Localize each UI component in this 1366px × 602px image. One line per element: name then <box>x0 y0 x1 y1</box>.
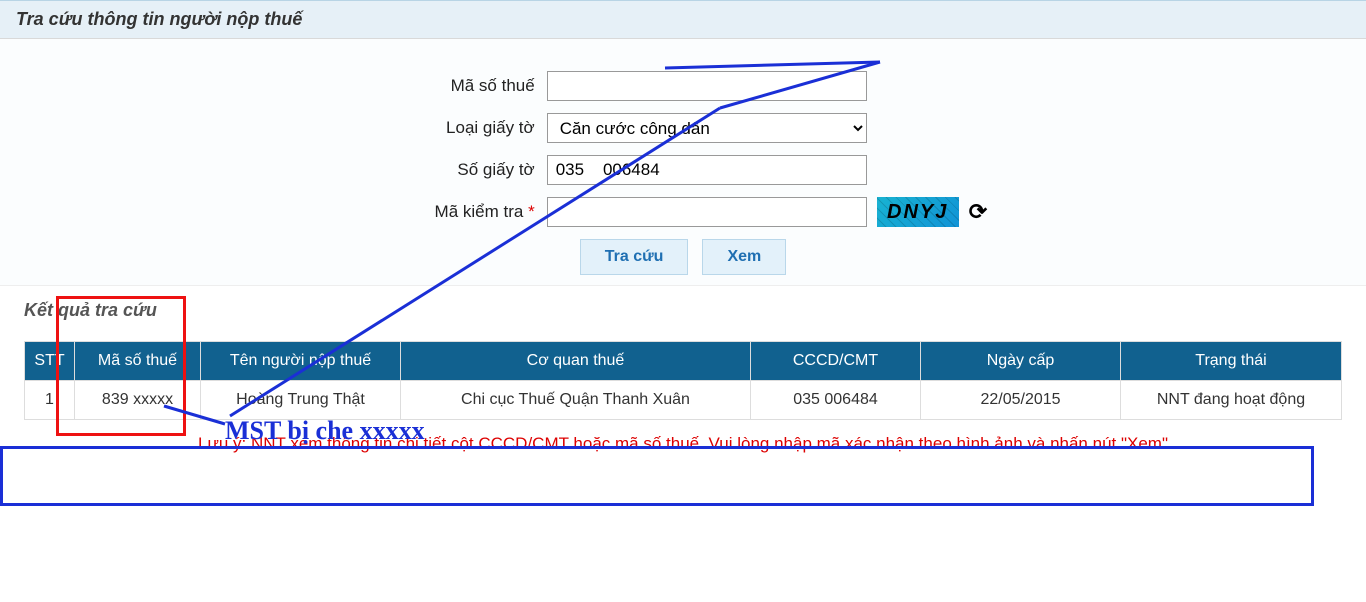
cell-office: Chi cục Thuế Quận Thanh Xuân <box>401 381 751 420</box>
input-mst[interactable] <box>547 71 867 101</box>
col-mst: Mã số thuế <box>75 342 201 381</box>
page-title: Tra cứu thông tin người nộp thuế <box>16 9 1350 30</box>
input-captcha[interactable] <box>547 197 867 227</box>
label-mst: Mã số thuế <box>20 76 547 96</box>
input-doc-number[interactable] <box>547 155 867 185</box>
cell-stt: 1 <box>25 381 75 420</box>
table-header-row: STT Mã số thuế Tên người nộp thuế Cơ qua… <box>25 342 1342 381</box>
results-title: Kết quả tra cứu <box>24 300 1342 321</box>
view-button[interactable]: Xem <box>702 239 786 275</box>
captcha-image: DNYJ <box>877 197 959 227</box>
label-doc-type: Loại giấy tờ <box>20 118 547 138</box>
col-office: Cơ quan thuế <box>401 342 751 381</box>
col-date: Ngày cấp <box>921 342 1121 381</box>
search-form: Mã số thuế Loại giấy tờ Căn cước công dâ… <box>0 39 1366 286</box>
required-star: * <box>528 202 535 221</box>
page-title-bar: Tra cứu thông tin người nộp thuế <box>0 0 1366 39</box>
label-captcha: Mã kiểm tra * <box>20 202 547 222</box>
cell-name: Hoàng Trung Thật <box>201 381 401 420</box>
cell-cccd: 035 006484 <box>751 381 921 420</box>
cell-mst: 839 xxxxx <box>75 381 201 420</box>
col-stt: STT <box>25 342 75 381</box>
cell-status: NNT đang hoạt động <box>1121 381 1342 420</box>
select-doc-type[interactable]: Căn cước công dân <box>547 113 867 143</box>
notice-text: Lưu ý: NNT xem thông tin chi tiết cột CC… <box>24 420 1342 464</box>
results-table: STT Mã số thuế Tên người nộp thuế Cơ qua… <box>24 341 1342 420</box>
search-button[interactable]: Tra cứu <box>580 239 689 275</box>
refresh-captcha-icon[interactable]: ⟳ <box>969 199 987 225</box>
table-row: 1 839 xxxxx Hoàng Trung Thật Chi cục Thu… <box>25 381 1342 420</box>
results-area: Kết quả tra cứu STT Mã số thuế Tên người… <box>0 286 1366 494</box>
col-status: Trạng thái <box>1121 342 1342 381</box>
col-name: Tên người nộp thuế <box>201 342 401 381</box>
cell-date: 22/05/2015 <box>921 381 1121 420</box>
label-doc-number: Số giấy tờ <box>20 160 547 180</box>
col-cccd: CCCD/CMT <box>751 342 921 381</box>
